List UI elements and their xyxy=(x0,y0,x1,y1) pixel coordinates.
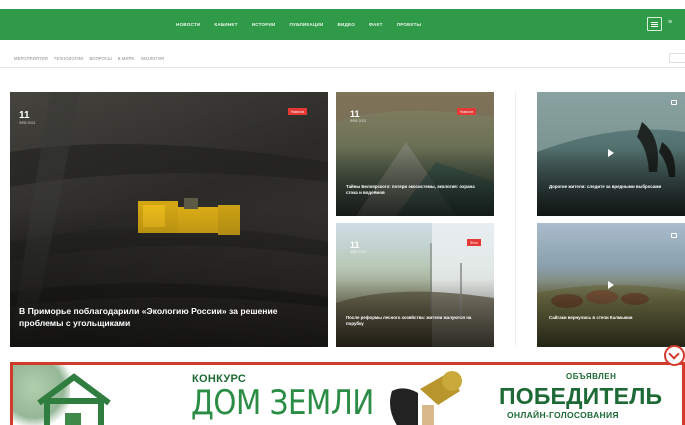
card-title[interactable]: Дорогие жители: следите за вредными выбр… xyxy=(549,184,674,190)
banner-announced-label: ОБЪЯВЛЕН xyxy=(566,372,617,381)
category-badge[interactable]: Фото xyxy=(467,239,481,246)
news-card[interactable]: 11 ФЕВ 2021 Новости Тайны Белоярского: п… xyxy=(336,92,494,216)
card-date-day: 11 xyxy=(19,110,30,121)
menu-item-news[interactable]: НОВОСТИ xyxy=(176,22,200,27)
banner-voting-label: ОНЛАЙН-ГОЛОСОВАНИЯ xyxy=(507,410,619,420)
collapse-banner-button[interactable] xyxy=(664,345,685,366)
tag-world[interactable]: В МИРЕ xyxy=(118,56,135,61)
trophy-icon xyxy=(390,371,462,425)
tag-technology[interactable]: ТЕХНОЛОГИИ xyxy=(54,56,84,61)
video-card[interactable]: Дорогие жители: следите за вредными выбр… xyxy=(537,92,685,216)
card-date-day: 11 xyxy=(350,109,360,119)
tag-ecology[interactable]: ЭКОЛОГИЯ xyxy=(140,56,164,61)
house-icon xyxy=(37,373,111,425)
card-date-day: 11 xyxy=(350,240,360,250)
chevron-down-icon xyxy=(668,348,680,360)
card-date-month: ФЕВ 2021 xyxy=(350,119,367,123)
category-badge[interactable]: Новости xyxy=(288,108,308,115)
card-title[interactable]: Тайны Белоярского: потери экосистемы, эк… xyxy=(346,184,481,197)
nav-overflow-icon[interactable]: ≡ xyxy=(668,19,672,26)
secondary-navigation: МЕРОПРИЯТИЯ ТЕХНОЛОГИИ ВОПРОСЫ В МИРЕ ЭК… xyxy=(0,48,685,68)
top-navigation-bar: НОВОСТИ КАБИНЕТ ИСТОРИИ ПУБЛИКАЦИИ ВИДЕО… xyxy=(0,9,685,40)
play-icon[interactable] xyxy=(608,281,614,289)
card-gradient-overlay xyxy=(537,147,685,216)
menu-toggle-button[interactable] xyxy=(647,17,662,31)
video-card[interactable]: Сайгаки вернулись в степи Калмыкии xyxy=(537,223,685,347)
card-date-month: ФЕВ 2021 xyxy=(350,250,367,254)
menu-item-video[interactable]: ВИДЕО xyxy=(338,22,356,27)
card-date: 11 ФЕВ 2021 xyxy=(350,109,367,123)
card-date: 11 ФЕВ 2021 xyxy=(19,110,36,125)
video-icon xyxy=(671,100,677,105)
menu-item-cabinet[interactable]: КАБИНЕТ xyxy=(214,22,237,27)
tag-events[interactable]: МЕРОПРИЯТИЯ xyxy=(14,56,48,61)
card-title[interactable]: В Приморье поблагодарили «Экологию Росси… xyxy=(19,305,309,330)
search-input[interactable] xyxy=(669,53,685,63)
featured-news-card[interactable]: 11 ФЕВ 2021 Новости В Приморье поблагода… xyxy=(10,92,328,347)
menu-item-stories[interactable]: ИСТОРИИ xyxy=(252,22,276,27)
card-title[interactable]: После реформы лесного хозяйства: жители … xyxy=(346,315,481,328)
card-date-month: ФЕВ 2021 xyxy=(19,121,36,125)
hamburger-icon xyxy=(651,21,658,27)
banner-title: ДОМ ЗЕМЛИ xyxy=(191,383,374,423)
card-date: 11 ФЕВ 2021 xyxy=(350,240,367,254)
menu-item-projects[interactable]: ПРОЕКТЫ xyxy=(397,22,422,27)
menu-item-fact[interactable]: ФАКТ xyxy=(369,22,383,27)
tag-list: МЕРОПРИЯТИЯ ТЕХНОЛОГИИ ВОПРОСЫ В МИРЕ ЭК… xyxy=(14,48,164,68)
banner-winner-label: ПОБЕДИТЕЛЬ xyxy=(499,383,663,409)
contest-banner[interactable]: КОНКУРС ДОМ ЗЕМЛИ ОБЪЯВЛЕН ПОБЕДИТЕЛЬ ОН… xyxy=(10,362,685,425)
card-gradient-overlay xyxy=(336,147,494,216)
card-gradient-overlay xyxy=(537,278,685,347)
main-menu: НОВОСТИ КАБИНЕТ ИСТОРИИ ПУБЛИКАЦИИ ВИДЕО… xyxy=(176,9,421,40)
tag-questions[interactable]: ВОПРОСЫ xyxy=(89,56,111,61)
column-divider xyxy=(515,92,516,347)
category-badge[interactable]: Новости xyxy=(457,108,477,115)
news-card[interactable]: 11 ФЕВ 2021 Фото После реформы лесного х… xyxy=(336,223,494,347)
card-gradient-overlay xyxy=(336,278,494,347)
card-title[interactable]: Сайгаки вернулись в степи Калмыкии xyxy=(549,315,674,321)
menu-item-publications[interactable]: ПУБЛИКАЦИИ xyxy=(290,22,324,27)
video-icon xyxy=(671,233,677,238)
play-icon[interactable] xyxy=(608,149,614,157)
